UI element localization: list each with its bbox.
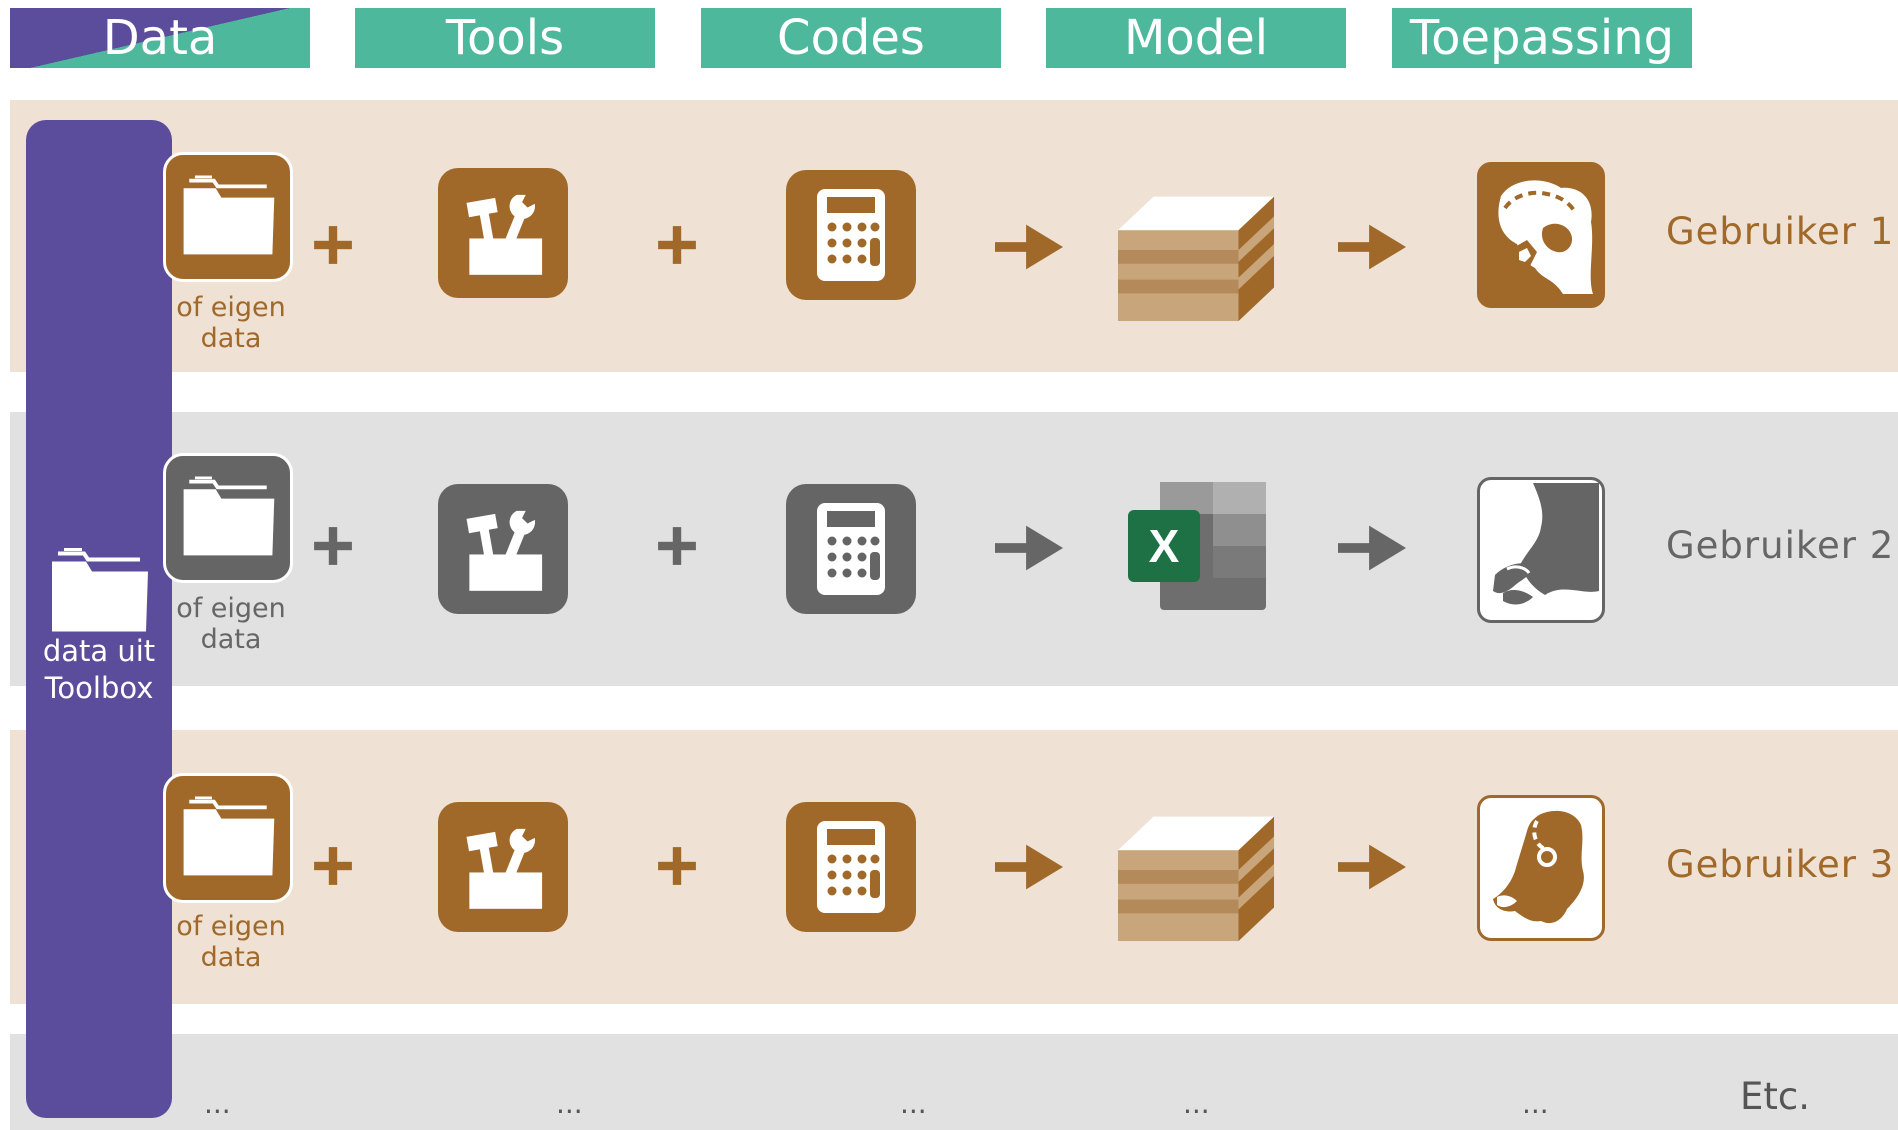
plus-icon <box>656 845 698 887</box>
eigen-line1: of eigen <box>158 292 304 323</box>
toolbox-icon <box>453 187 553 279</box>
ellipsis-model: ... <box>1183 1090 1210 1118</box>
netherlands-map-icon <box>1483 801 1599 935</box>
plus-icon <box>312 845 354 887</box>
codes-tile-1 <box>786 170 916 300</box>
toolbox-icon <box>453 821 553 913</box>
toolbox-label-line1: data uit <box>26 633 172 669</box>
codes-tile-2 <box>786 484 916 614</box>
plus-icon <box>656 224 698 266</box>
eigen-line1: of eigen <box>158 593 304 624</box>
data-folder-tile-2 <box>163 453 293 583</box>
header-toepassing: Toepassing <box>1392 8 1692 68</box>
eigen-data-label-3: of eigendata <box>158 911 304 974</box>
data-folder-tile-3 <box>163 773 293 903</box>
etc-label: Etc. <box>1740 1078 1810 1115</box>
map-detail-icon <box>1483 168 1599 302</box>
ellipsis-data: ... <box>204 1090 231 1118</box>
data-folder-tile-1 <box>163 152 293 282</box>
application-tile-1 <box>1477 162 1605 308</box>
tools-tile-2 <box>438 484 568 614</box>
row-band-4 <box>10 1034 1898 1130</box>
arrow-right-icon <box>1338 523 1406 573</box>
excel-letter: X <box>1128 510 1200 582</box>
eigen-data-label-1: of eigendata <box>158 292 304 355</box>
arrow-right-icon <box>995 842 1063 892</box>
eigen-data-label-2: of eigendata <box>158 593 304 656</box>
plus-icon <box>312 525 354 567</box>
folder-icon <box>176 175 280 260</box>
toolbox-label-line2: Toolbox <box>26 670 172 706</box>
application-tile-2 <box>1477 477 1605 623</box>
arrow-right-icon <box>1338 222 1406 272</box>
ellipsis-tools: ... <box>556 1090 583 1118</box>
excel-icon: X <box>1128 482 1266 610</box>
calculator-icon <box>811 817 891 917</box>
plus-icon <box>312 224 354 266</box>
tools-tile-3 <box>438 802 568 932</box>
folder-icon <box>176 796 280 881</box>
toolbox-column: data uit Toolbox <box>26 120 172 1118</box>
coast-map-icon <box>1483 483 1599 617</box>
eigen-line2: data <box>158 942 304 973</box>
layered-block-icon <box>1118 792 1276 942</box>
toolbox-icon <box>453 503 553 595</box>
user-label-1: Gebruiker 1 <box>1666 213 1894 250</box>
layered-block-icon <box>1118 172 1276 322</box>
ellipsis-toepassing: ... <box>1522 1090 1549 1118</box>
codes-tile-3 <box>786 802 916 932</box>
arrow-right-icon <box>995 222 1063 272</box>
header-model-label: Model <box>1124 14 1268 62</box>
header-codes-label: Codes <box>777 14 925 62</box>
calculator-icon <box>811 499 891 599</box>
eigen-line2: data <box>158 624 304 655</box>
folder-icon <box>44 545 154 640</box>
plus-icon <box>656 525 698 567</box>
application-tile-3 <box>1477 795 1605 941</box>
ellipsis-codes: ... <box>900 1090 927 1118</box>
header-tools-label: Tools <box>446 14 564 62</box>
header-data: Data <box>10 8 310 68</box>
folder-icon <box>176 476 280 561</box>
header-codes: Codes <box>701 8 1001 68</box>
header-toepassing-label: Toepassing <box>1410 14 1674 62</box>
calculator-icon <box>811 185 891 285</box>
user-label-2: Gebruiker 2 <box>1666 527 1894 564</box>
header-tools: Tools <box>355 8 655 68</box>
arrow-right-icon <box>1338 842 1406 892</box>
tools-tile-1 <box>438 168 568 298</box>
user-label-3: Gebruiker 3 <box>1666 846 1894 883</box>
header-data-label: Data <box>103 14 218 62</box>
header-model: Model <box>1046 8 1346 68</box>
eigen-line2: data <box>158 323 304 354</box>
arrow-right-icon <box>995 523 1063 573</box>
eigen-line1: of eigen <box>158 911 304 942</box>
